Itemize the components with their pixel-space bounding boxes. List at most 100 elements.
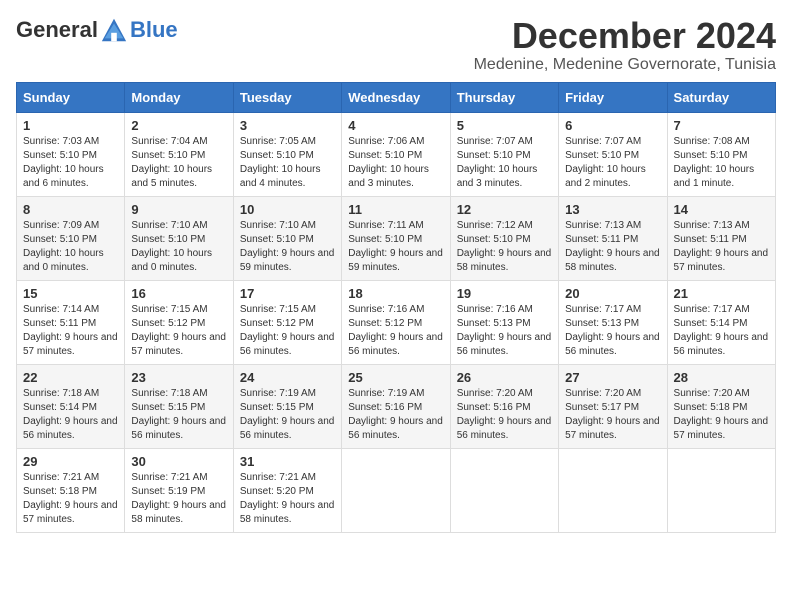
calendar-cell: 12Sunrise: 7:12 AMSunset: 5:10 PMDayligh…: [450, 196, 558, 280]
cell-text: Sunrise: 7:06 AMSunset: 5:10 PMDaylight:…: [348, 135, 443, 191]
day-number: 4: [348, 118, 443, 133]
day-number: 31: [240, 454, 335, 469]
day-number: 3: [240, 118, 335, 133]
calendar-cell: 14 Sunrise: 7:13 AMSunset: 5:11 PMDayligh…: [667, 196, 775, 280]
month-title: December 2024: [474, 16, 776, 56]
day-number: 16: [131, 286, 226, 301]
day-number: 1: [23, 118, 118, 133]
calendar-cell: [450, 448, 558, 532]
weekday-header-thursday: Thursday: [450, 82, 558, 112]
cell-text: Sunrise: 7:10 AMSunset: 5:10 PMDaylight:…: [240, 219, 335, 275]
calendar-cell: 31 Sunrise: 7:21 AMSunset: 5:20 PMDayligh…: [233, 448, 341, 532]
day-number: 28: [674, 370, 769, 385]
location-subtitle: Medenine, Medenine Governorate, Tunisia: [474, 56, 776, 74]
calendar-cell: 8 Sunrise: 7:09 AMSunset: 5:10 PMDaylight…: [17, 196, 125, 280]
day-number: 14: [674, 202, 769, 217]
calendar-cell: [667, 448, 775, 532]
day-number: 2: [131, 118, 226, 133]
cell-text: Sunrise: 7:20 AMSunset: 5:17 PMDaylight:…: [565, 387, 660, 443]
calendar-week-5: 29 Sunrise: 7:21 AMSunset: 5:18 PMDayligh…: [17, 448, 776, 532]
calendar-cell: 13 Sunrise: 7:13 AMSunset: 5:11 PMDayligh…: [559, 196, 667, 280]
calendar-cell: 16Sunrise: 7:15 AMSunset: 5:12 PMDayligh…: [125, 280, 233, 364]
calendar-cell: 7 Sunrise: 7:08 AMSunset: 5:10 PMDaylight…: [667, 112, 775, 196]
calendar-cell: [342, 448, 450, 532]
calendar-cell: 20Sunrise: 7:17 AMSunset: 5:13 PMDayligh…: [559, 280, 667, 364]
calendar-cell: 19 Sunrise: 7:16 AMSunset: 5:13 PMDayligh…: [450, 280, 558, 364]
cell-text: Sunrise: 7:08 AMSunset: 5:10 PMDaylight:…: [674, 135, 769, 191]
calendar-cell: 2 Sunrise: 7:04 AMSunset: 5:10 PMDaylight…: [125, 112, 233, 196]
calendar-week-2: 8 Sunrise: 7:09 AMSunset: 5:10 PMDaylight…: [17, 196, 776, 280]
weekday-header-monday: Monday: [125, 82, 233, 112]
logo: General Blue: [16, 16, 178, 44]
calendar-cell: 15Sunrise: 7:14 AMSunset: 5:11 PMDayligh…: [17, 280, 125, 364]
cell-text: Sunrise: 7:21 AMSunset: 5:19 PMDaylight:…: [131, 471, 226, 527]
calendar-cell: 17Sunrise: 7:15 AMSunset: 5:12 PMDayligh…: [233, 280, 341, 364]
day-number: 26: [457, 370, 552, 385]
logo-blue: Blue: [130, 19, 178, 41]
cell-text: Sunrise: 7:21 AMSunset: 5:20 PMDaylight:…: [240, 471, 335, 527]
calendar-week-4: 22Sunrise: 7:18 AMSunset: 5:14 PMDayligh…: [17, 364, 776, 448]
day-number: 5: [457, 118, 552, 133]
calendar-cell: 1 Sunrise: 7:03 AMSunset: 5:10 PMDaylight…: [17, 112, 125, 196]
day-number: 15: [23, 286, 118, 301]
cell-text: Sunrise: 7:07 AMSunset: 5:10 PMDaylight:…: [565, 135, 660, 191]
calendar-cell: 3 Sunrise: 7:05 AMSunset: 5:10 PMDaylight…: [233, 112, 341, 196]
calendar-week-3: 15Sunrise: 7:14 AMSunset: 5:11 PMDayligh…: [17, 280, 776, 364]
calendar-cell: 27 Sunrise: 7:20 AMSunset: 5:17 PMDayligh…: [559, 364, 667, 448]
calendar-cell: 28 Sunrise: 7:20 AMSunset: 5:18 PMDayligh…: [667, 364, 775, 448]
day-number: 8: [23, 202, 118, 217]
calendar-cell: 6 Sunrise: 7:07 AMSunset: 5:10 PMDaylight…: [559, 112, 667, 196]
weekday-header-sunday: Sunday: [17, 82, 125, 112]
weekday-header-saturday: Saturday: [667, 82, 775, 112]
cell-text: Sunrise: 7:05 AMSunset: 5:10 PMDaylight:…: [240, 135, 335, 191]
calendar-week-1: 1 Sunrise: 7:03 AMSunset: 5:10 PMDaylight…: [17, 112, 776, 196]
calendar-cell: 22Sunrise: 7:18 AMSunset: 5:14 PMDayligh…: [17, 364, 125, 448]
cell-text: Sunrise: 7:20 AMSunset: 5:18 PMDaylight:…: [674, 387, 769, 443]
cell-text: Sunrise: 7:19 AMSunset: 5:15 PMDaylight:…: [240, 387, 335, 443]
calendar-table: SundayMondayTuesdayWednesdayThursdayFrid…: [16, 82, 776, 533]
calendar-cell: 9Sunrise: 7:10 AMSunset: 5:10 PMDaylight…: [125, 196, 233, 280]
calendar-cell: 25Sunrise: 7:19 AMSunset: 5:16 PMDayligh…: [342, 364, 450, 448]
day-number: 10: [240, 202, 335, 217]
calendar-cell: [559, 448, 667, 532]
day-number: 27: [565, 370, 660, 385]
logo-icon: [100, 16, 128, 44]
cell-text: Sunrise: 7:20 AMSunset: 5:16 PMDaylight:…: [457, 387, 552, 443]
cell-text: Sunrise: 7:16 AMSunset: 5:13 PMDaylight:…: [457, 303, 552, 359]
cell-text: Sunrise: 7:04 AMSunset: 5:10 PMDaylight:…: [131, 135, 226, 191]
day-number: 17: [240, 286, 335, 301]
calendar-cell: 23Sunrise: 7:18 AMSunset: 5:15 PMDayligh…: [125, 364, 233, 448]
day-number: 23: [131, 370, 226, 385]
day-number: 22: [23, 370, 118, 385]
day-number: 25: [348, 370, 443, 385]
calendar-cell: 30Sunrise: 7:21 AMSunset: 5:19 PMDayligh…: [125, 448, 233, 532]
cell-text: Sunrise: 7:07 AMSunset: 5:10 PMDaylight:…: [457, 135, 552, 191]
cell-text: Sunrise: 7:11 AMSunset: 5:10 PMDaylight:…: [348, 219, 443, 275]
weekday-header-friday: Friday: [559, 82, 667, 112]
weekday-header-wednesday: Wednesday: [342, 82, 450, 112]
day-number: 13: [565, 202, 660, 217]
page-header: General Blue December 2024 Medenine, Med…: [16, 16, 776, 74]
calendar-cell: 24 Sunrise: 7:19 AMSunset: 5:15 PMDayligh…: [233, 364, 341, 448]
day-number: 19: [457, 286, 552, 301]
weekday-header-row: SundayMondayTuesdayWednesdayThursdayFrid…: [17, 82, 776, 112]
cell-text: Sunrise: 7:13 AMSunset: 5:11 PMDaylight:…: [674, 219, 769, 275]
cell-text: Sunrise: 7:10 AMSunset: 5:10 PMDaylight:…: [131, 219, 226, 275]
cell-text: Sunrise: 7:16 AMSunset: 5:12 PMDaylight:…: [348, 303, 443, 359]
cell-text: Sunrise: 7:21 AMSunset: 5:18 PMDaylight:…: [23, 471, 118, 527]
title-area: December 2024 Medenine, Medenine Governo…: [474, 16, 776, 74]
cell-text: Sunrise: 7:17 AMSunset: 5:14 PMDaylight:…: [674, 303, 769, 359]
day-number: 24: [240, 370, 335, 385]
calendar-cell: 26 Sunrise: 7:20 AMSunset: 5:16 PMDayligh…: [450, 364, 558, 448]
cell-text: Sunrise: 7:03 AMSunset: 5:10 PMDaylight:…: [23, 135, 118, 191]
calendar-cell: 21Sunrise: 7:17 AMSunset: 5:14 PMDayligh…: [667, 280, 775, 364]
cell-text: Sunrise: 7:13 AMSunset: 5:11 PMDaylight:…: [565, 219, 660, 275]
day-number: 18: [348, 286, 443, 301]
day-number: 29: [23, 454, 118, 469]
day-number: 7: [674, 118, 769, 133]
day-number: 6: [565, 118, 660, 133]
cell-text: Sunrise: 7:09 AMSunset: 5:10 PMDaylight:…: [23, 219, 118, 275]
calendar-cell: 18 Sunrise: 7:16 AMSunset: 5:12 PMDayligh…: [342, 280, 450, 364]
cell-text: Sunrise: 7:12 AMSunset: 5:10 PMDaylight:…: [457, 219, 552, 275]
calendar-cell: 10 Sunrise: 7:10 AMSunset: 5:10 PMDayligh…: [233, 196, 341, 280]
